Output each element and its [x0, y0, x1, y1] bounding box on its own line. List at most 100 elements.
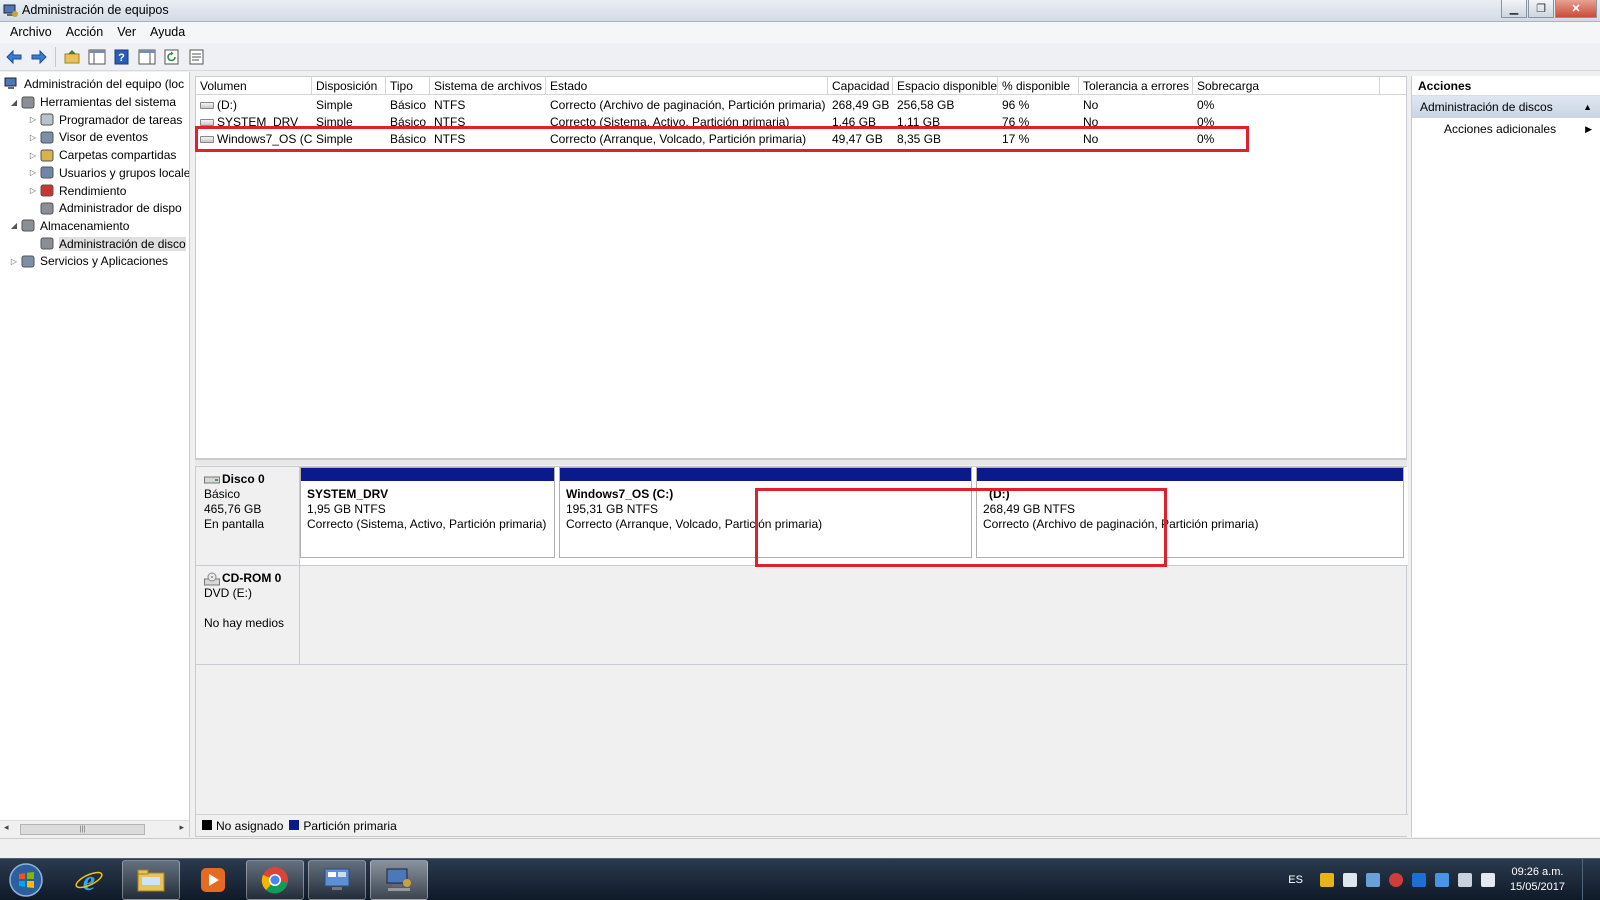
table-cell: 0% — [1197, 98, 1215, 112]
expanded-arrow-icon[interactable]: ◢ — [8, 98, 20, 107]
tree-item[interactable]: ◢ Almacenamiento — [8, 217, 129, 235]
expanded-arrow-icon[interactable]: ◢ — [8, 221, 20, 230]
column-header[interactable]: Volumen — [196, 77, 312, 95]
partition-system-drv[interactable]: SYSTEM_DRV 1,95 GB NTFS Correcto (Sistem… — [300, 467, 555, 558]
menu-accion[interactable]: Acción — [59, 22, 111, 43]
bluetooth-icon[interactable] — [1411, 873, 1426, 887]
taskbar-chrome[interactable] — [246, 860, 304, 900]
tree-item-label: Herramientas del sistema — [40, 95, 177, 109]
tree-item[interactable]: ▷ Visor de eventos — [27, 128, 148, 146]
legend-item-primary: Partición primaria — [289, 819, 397, 833]
menu-ayuda[interactable]: Ayuda — [143, 22, 192, 43]
unallocated-swatch — [202, 819, 212, 830]
volume-icon[interactable] — [1480, 873, 1495, 887]
column-header[interactable]: % disponible — [998, 77, 1079, 95]
properties-button[interactable] — [186, 46, 208, 68]
tree-root[interactable]: Administración del equipo (loc — [4, 75, 184, 93]
more-actions-item[interactable]: Acciones adicionales ▶ — [1412, 118, 1600, 140]
svg-text:?: ? — [118, 52, 125, 64]
media-player-icon — [201, 868, 225, 892]
taskbar-computer-management[interactable] — [370, 860, 428, 900]
title-bar: Administración de equipos ▁ ❐ ✕ — [0, 0, 1600, 22]
tree-item-label: Almacenamiento — [40, 218, 130, 233]
maximize-button[interactable]: ❐ — [1528, 0, 1554, 18]
disk-0-size: 465,76 GB — [204, 502, 262, 516]
antivirus-icon[interactable] — [1388, 873, 1403, 887]
network-icon[interactable] — [1457, 873, 1472, 887]
taskbar: e ES 09:26 a.m. 15/05/2017 — [0, 858, 1600, 900]
taskbar-file-explorer[interactable] — [122, 860, 180, 900]
back-button[interactable] — [3, 46, 25, 68]
column-header[interactable]: Capacidad — [828, 77, 893, 95]
tree-item[interactable]: Administración de disco — [27, 235, 186, 253]
menu-ver[interactable]: Ver — [110, 22, 143, 43]
collapsed-arrow-icon[interactable]: ▷ — [8, 257, 20, 266]
disk-divider — [196, 664, 1408, 665]
column-header[interactable]: Disposición — [312, 77, 386, 95]
language-indicator[interactable]: ES — [1288, 874, 1303, 886]
up-folder-button[interactable] — [61, 46, 83, 68]
scroll-left-arrow-icon[interactable]: ◂ — [4, 822, 9, 833]
show-desktop-button[interactable] — [1582, 859, 1592, 900]
shield-icon[interactable] — [1319, 873, 1334, 887]
console-tree: Administración del equipo (loc ◢ Herramie… — [0, 72, 190, 837]
taskbar-media-player[interactable] — [184, 860, 242, 900]
tree-item[interactable]: ▷ Servicios y Aplicaciones — [8, 252, 168, 270]
performance-icon — [39, 184, 55, 198]
display-settings-icon[interactable] — [1434, 873, 1449, 887]
column-header[interactable]: Sobrecarga — [1193, 77, 1380, 95]
column-header[interactable]: Espacio disponible — [893, 77, 998, 95]
tree-item[interactable]: ▷ Programador de tareas — [27, 111, 182, 129]
help-button[interactable]: ? — [111, 46, 133, 68]
column-header[interactable]: Tolerancia a errores — [1079, 77, 1193, 95]
collapsed-arrow-icon[interactable]: ▷ — [27, 186, 39, 195]
forward-button[interactable] — [28, 46, 50, 68]
highlight-box-c-drive-row — [195, 126, 1249, 152]
tree-horizontal-scrollbar[interactable]: ◂ ||| ▸ — [0, 820, 189, 837]
tree-item[interactable]: ▷ Usuarios y grupos locale — [27, 164, 189, 182]
disk-0-info[interactable]: Disco 0 Básico 465,76 GB En pantalla — [196, 467, 300, 565]
clock-time: 09:26 a.m. — [1511, 866, 1564, 878]
taskbar-internet-explorer[interactable]: e — [60, 860, 118, 900]
table-cell: 256,58 GB — [897, 98, 955, 112]
tree-item[interactable]: ◢ Herramientas del sistema — [8, 93, 176, 111]
partition-status: Correcto (Sistema, Activo, Partición pri… — [307, 517, 547, 531]
menu-archivo[interactable]: Archivo — [3, 22, 59, 43]
table-row[interactable]: (D:) Simple Básico NTFS Correcto (Archivo de… — [196, 97, 1406, 114]
collapsed-arrow-icon[interactable]: ▷ — [27, 115, 39, 124]
minimize-button[interactable]: ▁ — [1501, 0, 1527, 18]
column-header[interactable]: Estado — [546, 77, 828, 95]
show-hide-action-pane-button[interactable] — [136, 46, 158, 68]
folder-icon — [137, 869, 165, 892]
tree-item[interactable]: Administrador de dispo — [27, 199, 182, 217]
collapsed-arrow-icon[interactable]: ▷ — [27, 168, 39, 177]
clock[interactable]: 09:26 a.m. 15/05/2017 — [1510, 865, 1565, 895]
taskbar-control-panel[interactable] — [308, 860, 366, 900]
close-button[interactable]: ✕ — [1555, 0, 1597, 18]
control-panel-icon — [324, 868, 350, 890]
column-header[interactable]: Sistema de archivos — [430, 77, 546, 95]
action-center-flag-icon[interactable] — [1342, 873, 1357, 887]
collapsed-arrow-icon[interactable]: ▷ — [27, 151, 39, 160]
start-button[interactable] — [4, 861, 48, 899]
tree-item-label: Administración de disco — [59, 236, 186, 251]
show-hide-tree-button[interactable] — [86, 46, 108, 68]
status-bar — [0, 838, 1600, 858]
refresh-button[interactable] — [161, 46, 183, 68]
cdrom-0-info[interactable]: CD-ROM 0 DVD (E:) No hay medios — [196, 566, 300, 664]
tree-item[interactable]: ▷ Carpetas compartidas — [27, 146, 176, 164]
actions-header: Acciones — [1412, 76, 1600, 96]
shared-folder-icon — [39, 148, 55, 162]
collapsed-arrow-icon[interactable]: ▷ — [27, 133, 39, 142]
tree-item[interactable]: ▷ Rendimiento — [27, 182, 126, 200]
pane-splitter[interactable] — [195, 459, 1407, 465]
scroll-right-arrow-icon[interactable]: ▸ — [179, 822, 184, 833]
scrollbar-thumb[interactable]: ||| — [20, 824, 145, 835]
primary-partition-swatch — [289, 819, 300, 830]
network-app-icon[interactable] — [1365, 873, 1380, 887]
column-header[interactable]: Tipo — [386, 77, 430, 95]
console-tree-icon — [88, 49, 106, 64]
clock-date: 15/05/2017 — [1509, 881, 1565, 893]
action-pane-icon — [138, 49, 156, 64]
actions-section-disk-management[interactable]: Administración de discos ▲ — [1412, 96, 1600, 118]
